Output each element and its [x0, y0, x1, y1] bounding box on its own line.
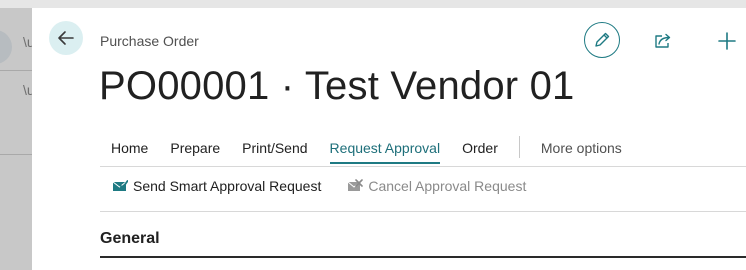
- section-underline: [100, 256, 746, 258]
- cancel-approval-request-label: Cancel Approval Request: [368, 178, 527, 194]
- new-button[interactable]: [714, 28, 740, 54]
- tab-print-send[interactable]: Print/Send: [231, 132, 318, 166]
- share-button[interactable]: [652, 30, 674, 52]
- more-options-button[interactable]: More options: [530, 132, 633, 166]
- background-page: \u2502 \u2502: [0, 8, 66, 270]
- action-bar-tabs: Home Prepare Print/Send Request Approval…: [100, 132, 633, 166]
- tab-order[interactable]: Order: [451, 132, 509, 166]
- background-divider: [0, 154, 32, 155]
- plus-icon: [718, 32, 736, 50]
- section-general-header[interactable]: General: [100, 230, 160, 248]
- page-title: PO00001 · Test Vendor 01: [99, 64, 575, 108]
- background-divider: [0, 70, 32, 71]
- pencil-icon: [595, 32, 610, 47]
- cancel-approval-request-button[interactable]: Cancel Approval Request: [347, 178, 526, 194]
- background-button: [0, 30, 12, 64]
- page-caption: Purchase Order: [100, 33, 199, 49]
- tab-divider: [518, 136, 520, 158]
- send-smart-approval-request-button[interactable]: Send Smart Approval Request: [112, 178, 321, 194]
- tab-home[interactable]: Home: [100, 132, 159, 166]
- actions-divider: [100, 211, 746, 212]
- background-top-bar: [0, 0, 746, 8]
- purchase-order-card: Purchase Order PO00001 · Test Vendor 01 …: [32, 8, 746, 270]
- share-icon: [655, 33, 671, 48]
- send-approval-icon: [112, 180, 128, 191]
- edit-button[interactable]: [584, 22, 620, 58]
- arrow-left-icon: [58, 31, 74, 45]
- cancel-approval-icon: [348, 179, 364, 191]
- tabs-divider: [100, 166, 746, 167]
- tab-request-approval[interactable]: Request Approval: [319, 132, 452, 166]
- tab-prepare[interactable]: Prepare: [159, 132, 231, 166]
- back-button[interactable]: [49, 21, 83, 55]
- approval-actions: Send Smart Approval Request Cancel Appro…: [112, 178, 526, 194]
- send-smart-approval-request-label: Send Smart Approval Request: [133, 178, 322, 194]
